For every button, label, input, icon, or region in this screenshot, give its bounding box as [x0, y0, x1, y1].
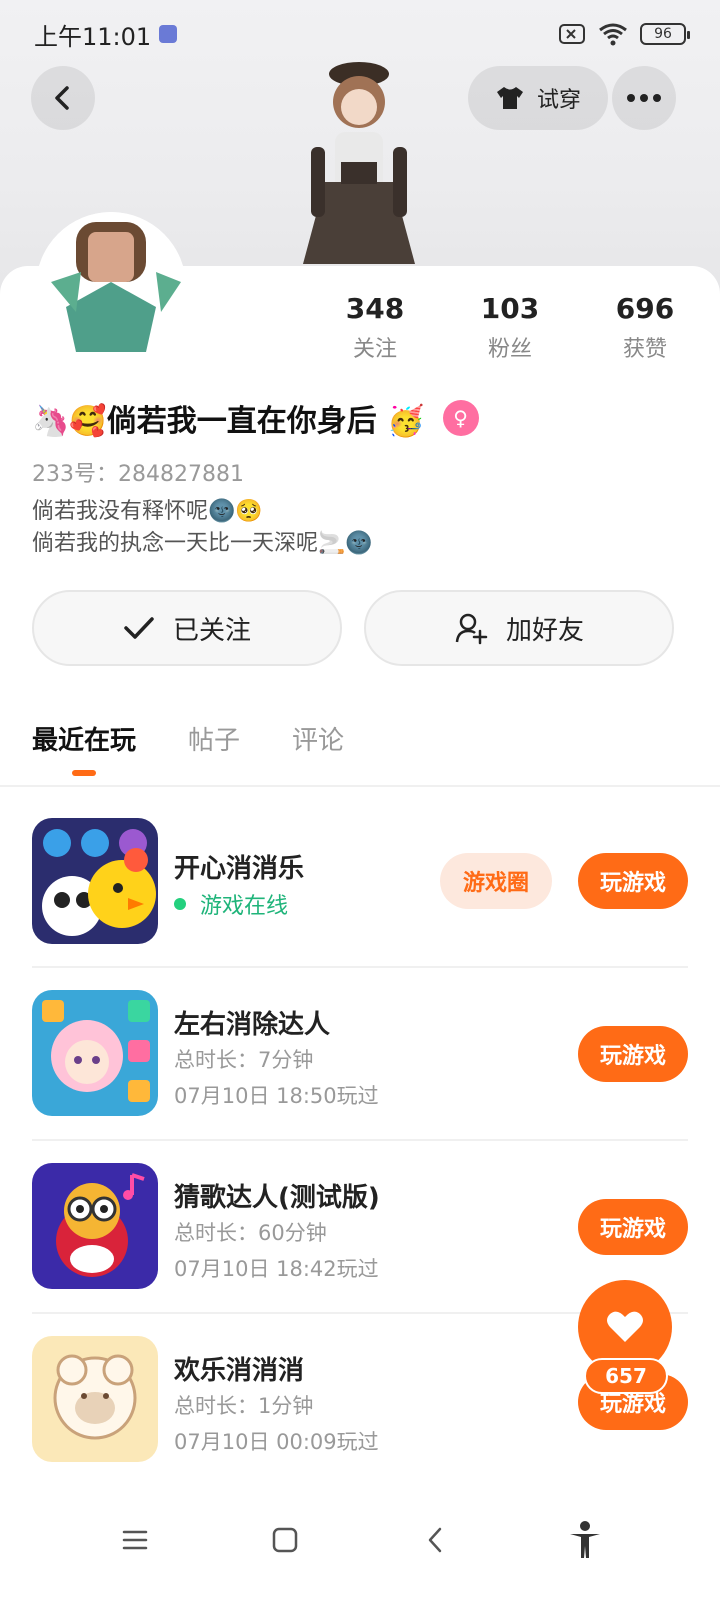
profile-bio: 倘若我没有释怀呢🌚🥺 倘若我的执念一天比一天深呢🚬🌚 — [32, 496, 373, 560]
game-last-played: 07月10日 18:42玩过 — [174, 1257, 379, 1281]
stat-following[interactable]: 348 关注 — [320, 292, 430, 363]
game-icon[interactable] — [32, 1336, 158, 1462]
more-button[interactable] — [612, 66, 676, 130]
row-divider — [32, 966, 688, 968]
battery-indicator: 96 — [640, 23, 690, 45]
user-id: 233号：284827881 — [32, 462, 244, 487]
profile-name: 🦄🥰倘若我一直在你身后 🥳 — [32, 404, 425, 439]
nav-home-button[interactable] — [255, 1510, 315, 1570]
game-row[interactable]: 左右消除达人 总时长：7分钟 07月10日 18:50玩过 玩游戏 — [32, 990, 688, 1140]
menu-icon — [122, 1530, 148, 1550]
tshirt-icon — [496, 87, 523, 109]
profile-avatar[interactable] — [36, 212, 186, 362]
game-icon[interactable] — [32, 990, 158, 1116]
online-dot-icon — [174, 898, 186, 910]
back-button[interactable] — [31, 66, 95, 130]
status-bar: 上午11:01 96 — [0, 0, 720, 68]
row-divider — [32, 1139, 688, 1141]
tab-posts[interactable]: 帖子 — [188, 720, 240, 757]
nav-back-button[interactable] — [405, 1510, 465, 1570]
game-icon[interactable] — [32, 1163, 158, 1289]
nav-accessibility-button[interactable] — [555, 1510, 615, 1570]
wifi-icon — [599, 23, 627, 46]
status-time: 上午11:01 — [34, 22, 152, 51]
tab-label: 帖子 — [188, 726, 241, 756]
system-navigation-bar — [0, 1480, 720, 1600]
game-title: 欢乐消消消 — [174, 1356, 305, 1386]
sim-off-icon — [559, 24, 585, 44]
nav-menu-button[interactable] — [105, 1510, 165, 1570]
game-last-played: 07月10日 00:09玩过 — [174, 1430, 379, 1454]
chevron-left-icon — [55, 86, 69, 110]
stat-label: 粉丝 — [487, 337, 532, 362]
following-button[interactable]: 已关注 — [32, 590, 342, 666]
game-row[interactable]: 开心消消乐 游戏在线 游戏圈 玩游戏 — [32, 818, 688, 968]
game-icon[interactable] — [32, 818, 158, 944]
game-title: 左右消除达人 — [174, 1010, 331, 1040]
bio-line: 倘若我的执念一天比一天深呢🚬🌚 — [32, 531, 373, 556]
add-user-icon — [455, 613, 488, 645]
stat-label: 关注 — [352, 337, 397, 362]
status-icons: 96 — [558, 22, 690, 46]
game-title: 猜歌达人(测试版) — [174, 1183, 380, 1213]
active-tab-indicator — [72, 770, 96, 776]
stat-likes[interactable]: 696 获赞 — [590, 292, 700, 363]
tab-recent-games[interactable]: 最近在玩 — [32, 720, 137, 776]
add-friend-button[interactable]: 加好友 — [364, 590, 674, 666]
game-circle-button[interactable]: 游戏圈 — [440, 853, 552, 909]
play-game-button[interactable]: 玩游戏 — [578, 1026, 688, 1082]
game-online-status: 游戏在线 — [174, 888, 288, 920]
tab-divider — [0, 785, 720, 787]
accessibility-icon — [570, 1521, 600, 1558]
stat-value: 696 — [615, 292, 675, 325]
try-on-button[interactable]: 试穿 — [468, 66, 608, 130]
profile-stats: 348 关注 103 粉丝 696 获赞 — [320, 292, 700, 363]
profile-tabs: 最近在玩 帖子 评论 — [32, 720, 344, 776]
stat-label: 获赞 — [622, 337, 667, 362]
like-count-badge: 657 — [584, 1358, 668, 1394]
stat-value: 348 — [345, 292, 405, 325]
tab-label: 最近在玩 — [32, 726, 137, 756]
play-game-button[interactable]: 玩游戏 — [578, 1199, 688, 1255]
stat-value: 103 — [480, 292, 540, 325]
add-friend-label: 加好友 — [505, 615, 584, 646]
game-duration: 总时长：1分钟 — [174, 1394, 314, 1418]
bio-line: 倘若我没有释怀呢🌚🥺 — [32, 499, 263, 524]
game-duration: 总时长：7分钟 — [174, 1048, 314, 1072]
female-gender-icon: ♀ — [442, 400, 479, 436]
game-row[interactable]: 猜歌达人(测试版) 总时长：60分钟 07月10日 18:42玩过 玩游戏 — [32, 1163, 688, 1313]
more-dots-icon — [627, 94, 661, 102]
check-icon — [124, 617, 154, 639]
profile-name-row: 🦄🥰倘若我一直在你身后 🥳 ♀ — [32, 396, 479, 440]
following-label: 已关注 — [172, 615, 251, 646]
home-square-icon — [272, 1527, 298, 1553]
tab-comments[interactable]: 评论 — [292, 720, 344, 757]
tab-label: 评论 — [292, 726, 345, 756]
game-last-played: 07月10日 18:50玩过 — [174, 1084, 379, 1108]
notification-icon — [159, 25, 178, 43]
online-label: 游戏在线 — [200, 894, 289, 919]
play-game-button[interactable]: 玩游戏 — [578, 853, 688, 909]
character-avatar-image — [285, 52, 435, 267]
back-arrow-icon — [428, 1527, 442, 1553]
heart-icon — [607, 1311, 643, 1342]
game-title: 开心消消乐 — [174, 854, 305, 884]
try-on-label: 试穿 — [536, 88, 581, 113]
stat-fans[interactable]: 103 粉丝 — [455, 292, 565, 363]
game-duration: 总时长：60分钟 — [174, 1221, 327, 1245]
